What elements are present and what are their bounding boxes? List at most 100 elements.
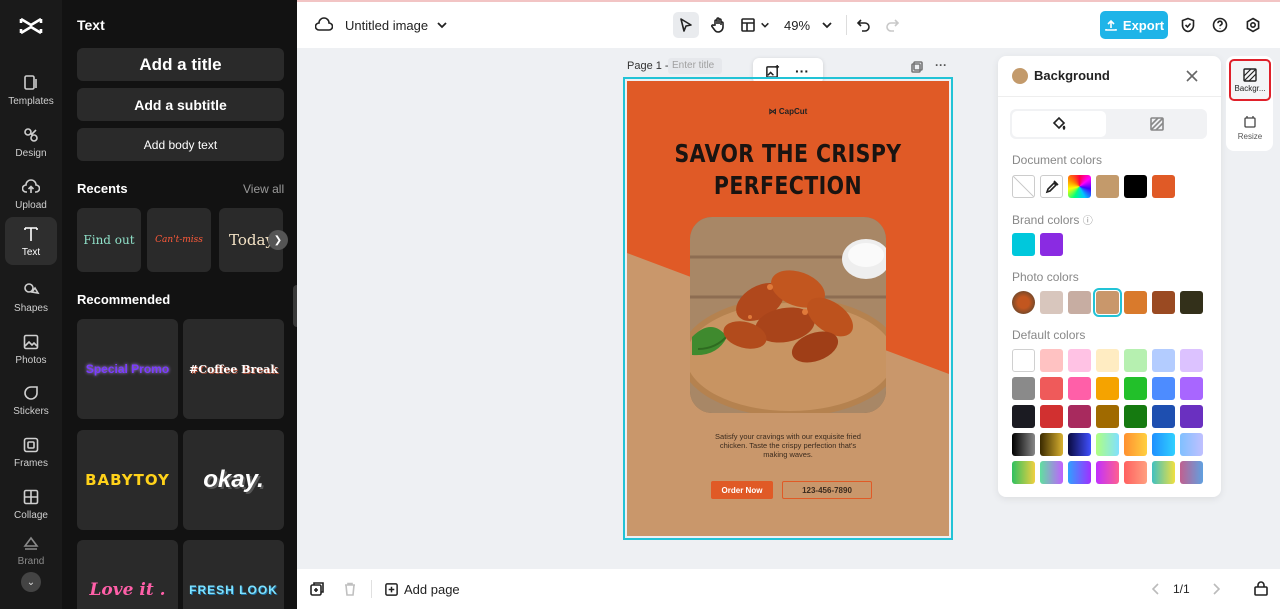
default-color-swatch[interactable] — [1096, 433, 1119, 456]
close-icon[interactable] — [1184, 68, 1200, 84]
next-page-icon[interactable] — [1210, 581, 1222, 597]
default-color-swatch[interactable] — [1124, 349, 1147, 372]
settings-gear-icon[interactable] — [1243, 15, 1263, 35]
default-color-swatch[interactable] — [1012, 461, 1035, 484]
default-color-swatch[interactable] — [1096, 377, 1119, 400]
default-color-swatch[interactable] — [1180, 461, 1203, 484]
default-color-swatch[interactable] — [1068, 349, 1091, 372]
rail-item-templates[interactable]: Templates — [5, 66, 57, 114]
document-name[interactable]: Untitled image — [345, 14, 428, 36]
recommended-text-style[interactable]: okay. — [183, 430, 284, 530]
custom-color-picker-swatch[interactable] — [1068, 175, 1091, 198]
default-color-swatch[interactable] — [1096, 405, 1119, 428]
tab-color-fill[interactable] — [1012, 111, 1106, 137]
photo-color-swatch[interactable] — [1040, 291, 1063, 314]
photo-color-swatch-selected[interactable] — [1093, 288, 1122, 317]
add-subtitle-button[interactable]: Add a subtitle — [77, 88, 284, 121]
default-color-swatch[interactable] — [1068, 461, 1091, 484]
copy-page-icon[interactable] — [309, 581, 325, 597]
page-overview-icon[interactable] — [1252, 580, 1270, 598]
recents-next-button[interactable]: ❯ — [268, 230, 288, 250]
add-title-button[interactable]: Add a title — [77, 48, 284, 81]
info-icon[interactable]: ⓘ — [1083, 216, 1093, 227]
default-color-swatch[interactable] — [1096, 349, 1119, 372]
recommended-text-style[interactable]: #Coffee Break — [183, 319, 284, 419]
rail-item-frames[interactable]: Frames — [5, 428, 57, 476]
rail-item-upload[interactable]: Upload — [5, 170, 57, 218]
default-color-swatch[interactable] — [1040, 405, 1063, 428]
default-color-swatch[interactable] — [1152, 461, 1175, 484]
default-color-swatch[interactable] — [1152, 377, 1175, 400]
page-title-input[interactable]: Enter title — [668, 58, 722, 74]
rail-item-brand[interactable]: Brand — [5, 530, 57, 570]
tab-no-fill[interactable] — [1110, 111, 1204, 137]
duplicate-page-icon[interactable] — [910, 60, 924, 74]
default-color-swatch[interactable] — [1124, 461, 1147, 484]
delete-trash-icon[interactable] — [342, 581, 358, 597]
default-color-swatch[interactable] — [1068, 405, 1091, 428]
view-all-link[interactable]: View all — [243, 182, 284, 196]
capcut-logo-icon[interactable] — [16, 14, 46, 38]
default-color-swatch[interactable] — [1040, 349, 1063, 372]
zoom-dropdown-chevron-icon[interactable] — [820, 16, 834, 34]
zoom-level[interactable]: 49% — [784, 14, 810, 36]
photo-color-swatch[interactable] — [1124, 291, 1147, 314]
rail-item-shapes[interactable]: Shapes — [5, 273, 57, 321]
default-color-swatch[interactable] — [1040, 433, 1063, 456]
export-button[interactable]: Export — [1100, 11, 1168, 39]
default-color-swatch[interactable] — [1012, 433, 1035, 456]
photo-color-swatch[interactable] — [1068, 291, 1091, 314]
recent-text-style[interactable]: Find out — [77, 208, 141, 272]
help-icon[interactable] — [1210, 15, 1230, 35]
recent-text-style[interactable]: Can't-miss — [147, 208, 211, 272]
default-color-swatch[interactable] — [1124, 433, 1147, 456]
default-color-swatch[interactable] — [1040, 377, 1063, 400]
rail-item-design[interactable]: Design — [5, 118, 57, 166]
hand-pan-icon[interactable] — [705, 12, 731, 38]
select-cursor-icon[interactable] — [673, 12, 699, 38]
redo-icon[interactable] — [882, 15, 902, 35]
rail-item-text[interactable]: Text — [5, 217, 57, 265]
recommended-text-style[interactable]: BABYTOY — [77, 430, 178, 530]
document-color-swatch[interactable] — [1124, 175, 1147, 198]
rail-item-photos[interactable]: Photos — [5, 325, 57, 373]
document-color-swatch[interactable] — [1152, 175, 1175, 198]
default-color-swatch[interactable] — [1152, 405, 1175, 428]
rail-item-stickers[interactable]: Stickers — [5, 376, 57, 424]
transparent-swatch[interactable] — [1012, 175, 1035, 198]
brand-color-swatch[interactable] — [1012, 233, 1035, 256]
shield-icon[interactable] — [1178, 15, 1198, 35]
background-tool-button[interactable]: Backgr... — [1229, 59, 1271, 101]
layout-icon[interactable] — [739, 14, 757, 36]
default-color-swatch[interactable] — [1180, 433, 1203, 456]
add-page-button[interactable]: Add page — [384, 580, 460, 598]
layout-dropdown-chevron-icon[interactable] — [759, 16, 771, 34]
rail-expand-button[interactable]: ⌄ — [21, 572, 41, 592]
resize-tool-button[interactable]: Resize — [1229, 108, 1271, 148]
default-color-swatch[interactable] — [1180, 349, 1203, 372]
recommended-text-style[interactable]: Love it . — [77, 540, 178, 609]
photo-color-swatch[interactable] — [1180, 291, 1203, 314]
previous-page-icon[interactable] — [1150, 581, 1162, 597]
rail-item-collage[interactable]: Collage — [5, 480, 57, 528]
default-color-swatch[interactable] — [1180, 377, 1203, 400]
photo-thumbnail-swatch[interactable] — [1012, 291, 1035, 314]
default-color-swatch[interactable] — [1040, 461, 1063, 484]
default-color-swatch[interactable] — [1096, 461, 1119, 484]
default-color-swatch[interactable] — [1124, 405, 1147, 428]
undo-icon[interactable] — [854, 15, 874, 35]
default-color-swatch[interactable] — [1152, 349, 1175, 372]
page-more-icon[interactable]: ··· — [933, 58, 949, 72]
add-body-text-button[interactable]: Add body text — [77, 128, 284, 161]
default-color-swatch[interactable] — [1180, 405, 1203, 428]
brand-color-swatch[interactable] — [1040, 233, 1063, 256]
default-color-swatch[interactable] — [1012, 349, 1035, 372]
default-color-swatch[interactable] — [1012, 405, 1035, 428]
default-color-swatch[interactable] — [1012, 377, 1035, 400]
cloud-save-icon[interactable] — [315, 16, 333, 34]
default-color-swatch[interactable] — [1124, 377, 1147, 400]
recommended-text-style[interactable]: Special Promo — [77, 319, 178, 419]
default-color-swatch[interactable] — [1068, 377, 1091, 400]
chevron-down-icon[interactable] — [435, 16, 449, 34]
document-color-swatch[interactable] — [1096, 175, 1119, 198]
